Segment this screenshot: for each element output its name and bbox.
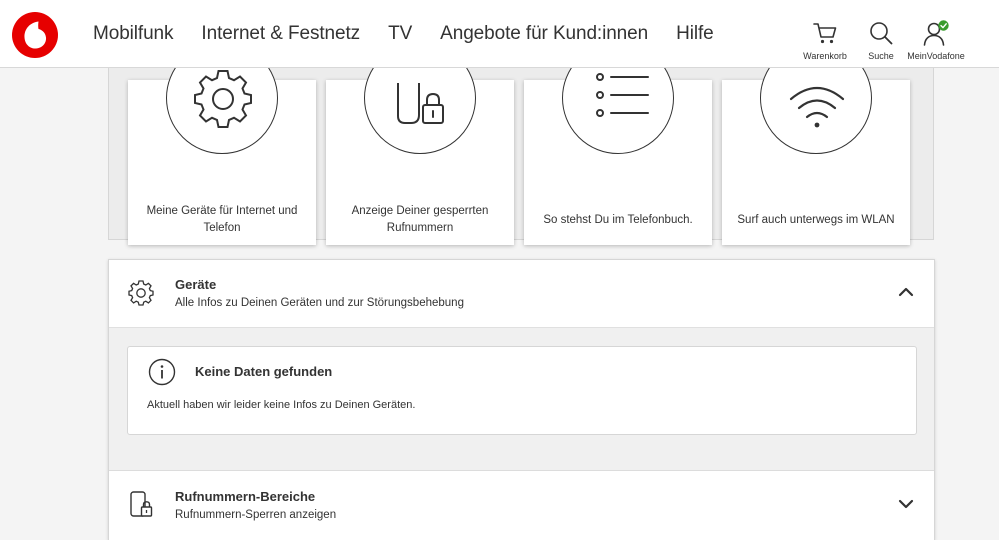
cart-label: Warenkorb [803,51,847,61]
vodafone-logo[interactable] [12,12,58,58]
nav-item-angebote[interactable]: Angebote für Kund:innen [440,23,648,45]
account-label: MeinVodafone [907,51,965,61]
accordion-panel-geraete: Keine Daten gefunden Aktuell haben wir l… [109,327,934,471]
accordion-header-geraete[interactable]: Geräte Alle Infos zu Deinen Geräten und … [109,260,934,326]
chevron-up-icon[interactable] [898,286,914,298]
notice-title: Keine Daten gefunden [195,364,333,379]
accordion-subtitle: Alle Infos zu Deinen Geräten und zur Stö… [175,297,464,309]
cart-icon [813,23,837,44]
tile-label: Meine Geräte für Internet und Telefon [146,205,298,234]
tile-telefonbuch[interactable]: So stehst Du im Telefonbuch. [524,42,712,245]
notice-text: Aktuell haben wir leider keine Infos zu … [147,399,416,411]
chevron-down-icon[interactable] [898,498,914,510]
accordion-subtitle: Rufnummern-Sperren anzeigen [175,509,337,521]
gear-icon [128,280,154,306]
vodafone-logo-icon [12,12,58,58]
quick-links-panel: Meine Geräte für Internet und Telefon An… [108,40,934,245]
site-header: Mobilfunk Internet & Festnetz TV Angebot… [0,0,999,68]
logged-in-check-icon [938,20,949,31]
tile-label: Surf auch unterwegs im WLAN [737,213,895,226]
accordion-header-rufnummern[interactable]: Rufnummern-Bereiche Rufnummern-Sperren a… [109,472,934,538]
tile-label: Anzeige Deiner gesperrten Rufnummern [351,205,489,234]
account-button[interactable]: MeinVodafone [906,20,966,61]
nav-item-tv[interactable]: TV [388,23,412,45]
empty-state-notice: Keine Daten gefunden Aktuell haben wir l… [127,346,917,435]
tile-wlan[interactable]: Surf auch unterwegs im WLAN [722,42,910,245]
search-icon [870,22,893,45]
search-button[interactable]: Suche [851,20,911,61]
search-label: Suche [868,51,894,61]
accordion: Geräte Alle Infos zu Deinen Geräten und … [108,259,935,540]
main-navigation: Mobilfunk Internet & Festnetz TV Angebot… [93,0,742,68]
nav-item-mobilfunk[interactable]: Mobilfunk [93,23,174,45]
cart-button[interactable]: Warenkorb [795,20,855,61]
nav-item-internet-festnetz[interactable]: Internet & Festnetz [201,23,360,45]
account-icon [923,20,949,46]
locked-phone-icon [130,491,153,517]
tile-gesperrte-rufnummern[interactable]: Anzeige Deiner gesperrten Rufnummern [326,42,514,245]
tile-geraete[interactable]: Meine Geräte für Internet und Telefon [128,42,316,245]
accordion-title: Geräte [175,277,217,292]
info-icon [148,358,176,386]
nav-item-hilfe[interactable]: Hilfe [676,23,714,45]
accordion-title: Rufnummern-Bereiche [175,489,316,504]
tile-label: So stehst Du im Telefonbuch. [543,213,693,226]
